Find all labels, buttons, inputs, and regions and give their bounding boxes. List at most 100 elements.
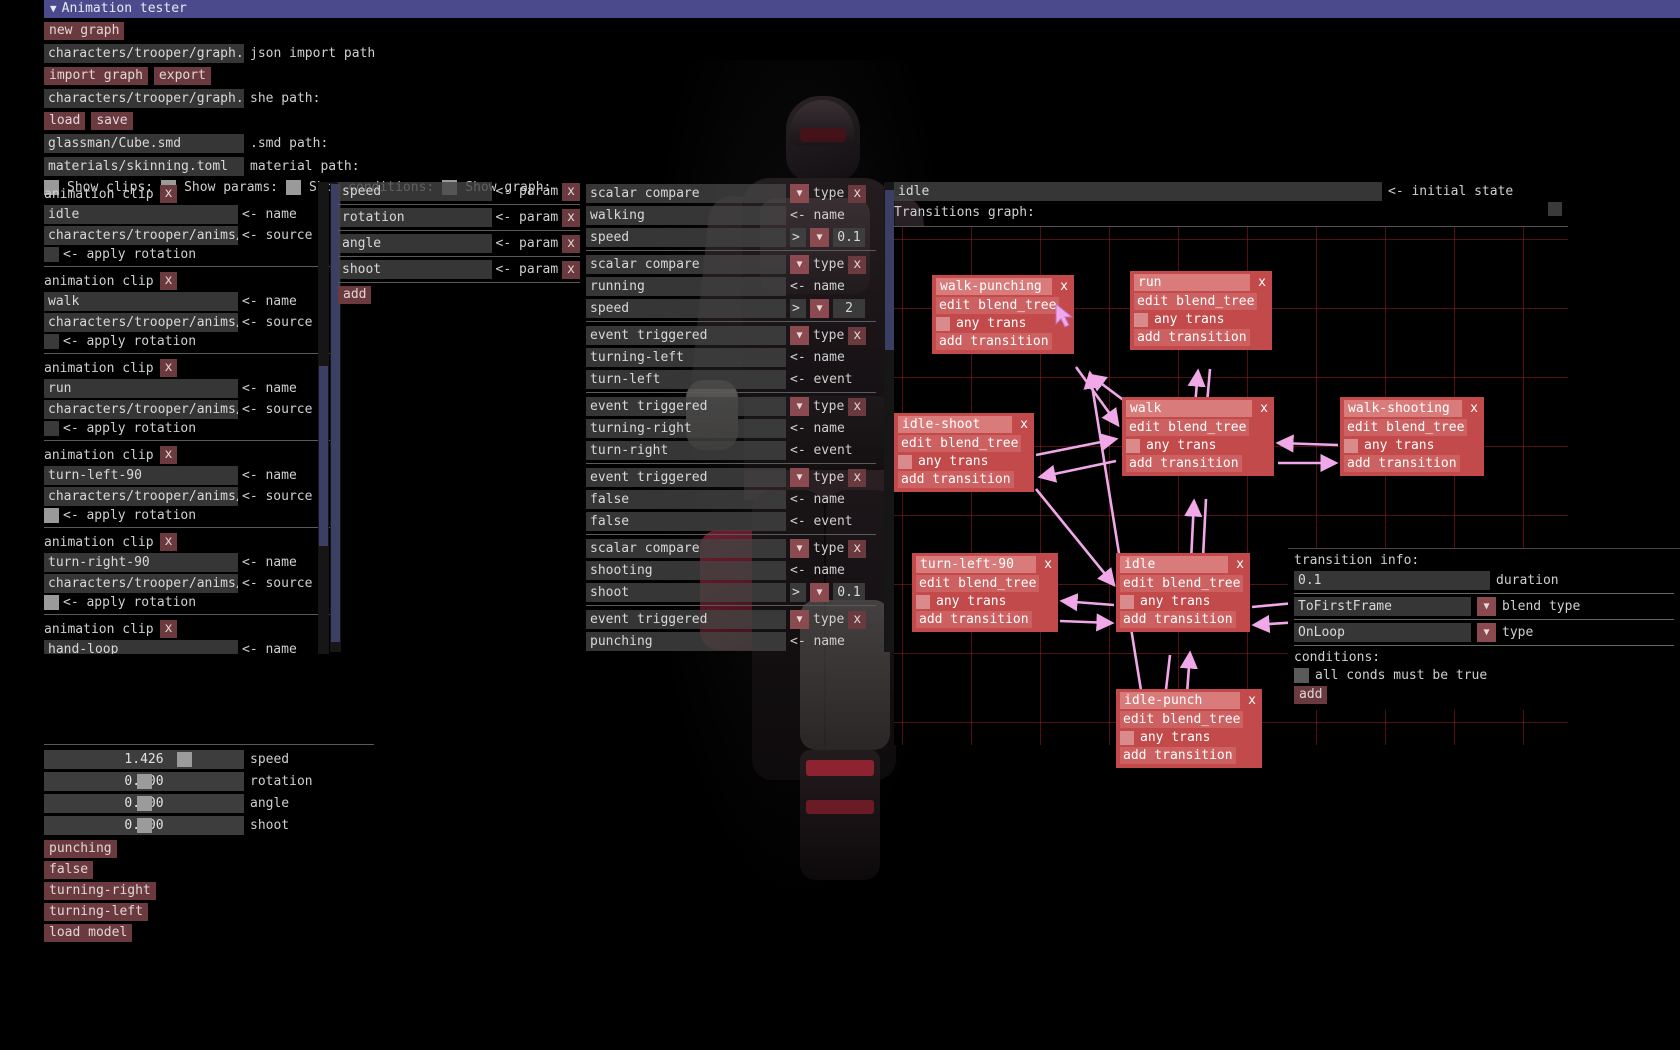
material-path-input[interactable]: materials/skinning.toml	[44, 157, 244, 176]
clip-remove-button[interactable]: x	[159, 272, 178, 290]
param-remove-button[interactable]: x	[562, 208, 580, 227]
node-remove-button[interactable]: x	[1246, 693, 1258, 708]
condition-value-input[interactable]: 0.1	[833, 228, 865, 247]
clip-name-input[interactable]: turn-right-90	[44, 553, 238, 572]
node-remove-button[interactable]: x	[1468, 401, 1480, 416]
add-transition-button[interactable]: add transition	[1120, 747, 1236, 764]
condition-event-input[interactable]: turn-left	[586, 370, 786, 389]
node-remove-button[interactable]: x	[1018, 417, 1030, 432]
node-name-input[interactable]: idle-punch	[1120, 692, 1240, 709]
condition-remove-button[interactable]: x	[848, 468, 867, 487]
graph-node[interactable]: run x edit blend_tree any trans add transiti…	[1130, 271, 1272, 350]
node-name-input[interactable]: idle-shoot	[898, 416, 1012, 433]
edit-blend-tree-button[interactable]: edit blend_tree	[1120, 711, 1244, 728]
load-button[interactable]: load	[44, 112, 86, 130]
node-name-input[interactable]: turn-left-90	[916, 556, 1036, 573]
chevron-down-icon[interactable]: ▼	[790, 539, 809, 558]
graph-node[interactable]: idle-shoot x edit blend_tree any trans add t…	[894, 413, 1034, 492]
clip-name-input[interactable]: run	[44, 379, 238, 398]
condition-operator-select[interactable]: >	[790, 228, 806, 247]
graph-node[interactable]: idle x edit blend_tree any trans add transit…	[1116, 553, 1250, 632]
chevron-down-icon[interactable]: ▼	[1477, 597, 1496, 616]
clip-remove-button[interactable]: x	[159, 185, 178, 203]
condition-type-select[interactable]: event triggered	[586, 397, 786, 416]
speed-slider[interactable]: 1.426	[44, 750, 244, 769]
add-param-button[interactable]: add	[338, 286, 372, 304]
node-remove-button[interactable]: x	[1234, 557, 1246, 572]
event-button[interactable]: punching	[44, 840, 117, 858]
event-button[interactable]: load model	[44, 924, 133, 942]
chevron-down-icon[interactable]: ▼	[790, 326, 809, 345]
save-button[interactable]: save	[91, 112, 133, 130]
param-remove-button[interactable]: x	[562, 182, 580, 201]
any-trans-checkbox[interactable]	[1344, 438, 1358, 453]
condition-type-select[interactable]: scalar compare	[586, 539, 786, 558]
clip-source-input[interactable]: characters/trooper/anims/Runn	[44, 400, 238, 419]
condition-remove-button[interactable]: x	[848, 255, 867, 274]
slider-knob[interactable]	[136, 818, 152, 833]
angle-slider[interactable]: 0.000	[44, 794, 244, 813]
param-remove-button[interactable]: x	[562, 260, 580, 279]
condition-event-input[interactable]: false	[586, 512, 786, 531]
blend-type-select[interactable]: ToFirstFrame	[1294, 597, 1471, 616]
graph-node[interactable]: turn-left-90 x edit blend_tree any trans add…	[912, 553, 1058, 632]
any-trans-checkbox[interactable]	[1120, 730, 1134, 745]
initial-state-input[interactable]: idle	[894, 182, 1382, 201]
triangle-down-icon[interactable]: ▼	[50, 0, 57, 18]
chevron-down-icon[interactable]: ▼	[810, 299, 829, 318]
clips-scrollbar-thumb[interactable]	[319, 366, 328, 546]
node-remove-button[interactable]: x	[1042, 557, 1054, 572]
clip-name-input[interactable]: turn-left-90	[44, 466, 238, 485]
clip-name-input[interactable]: walk	[44, 292, 238, 311]
condition-type-select[interactable]: scalar compare	[586, 184, 786, 203]
condition-type-select[interactable]: event triggered	[586, 468, 786, 487]
condition-name-input[interactable]: walking	[586, 206, 786, 225]
event-button[interactable]: turning-left	[44, 903, 148, 921]
edit-blend-tree-button[interactable]: edit blend_tree	[898, 435, 1022, 452]
smd-path-input[interactable]: glassman/Cube.smd	[44, 134, 244, 153]
condition-remove-button[interactable]: x	[848, 397, 867, 416]
chevron-down-icon[interactable]: ▼	[810, 583, 829, 602]
graph-node[interactable]: walk-shooting x edit blend_tree any trans ad…	[1340, 397, 1484, 476]
condition-name-input[interactable]: false	[586, 490, 786, 509]
condition-operator-select[interactable]: >	[790, 299, 806, 318]
chevron-down-icon[interactable]: ▼	[790, 610, 809, 629]
condition-remove-button[interactable]: x	[848, 326, 867, 345]
condition-param-input[interactable]: shoot	[586, 583, 786, 602]
window-titlebar[interactable]: ▼ Animation tester	[44, 0, 1680, 18]
clip-source-input[interactable]: characters/trooper/anims/Righ	[44, 574, 238, 593]
node-remove-button[interactable]: x	[1058, 279, 1070, 294]
graph-scrollbar-thumb[interactable]	[885, 190, 894, 350]
add-condition-button[interactable]: add	[1294, 686, 1328, 704]
clip-name-input[interactable]: idle	[44, 205, 238, 224]
param-name-input[interactable]: rotation	[338, 208, 492, 227]
param-name-input[interactable]: angle	[338, 234, 492, 253]
apply-rotation-checkbox[interactable]	[44, 595, 59, 610]
condition-value-input[interactable]: 2	[833, 299, 865, 318]
apply-rotation-checkbox[interactable]	[44, 421, 59, 436]
edit-blend-tree-button[interactable]: edit blend_tree	[1344, 419, 1468, 436]
any-trans-checkbox[interactable]	[1120, 594, 1134, 609]
condition-name-input[interactable]: shooting	[586, 561, 786, 580]
edit-blend-tree-button[interactable]: edit blend_tree	[1126, 419, 1250, 436]
all-conds-checkbox[interactable]	[1294, 668, 1309, 683]
condition-type-select[interactable]: scalar compare	[586, 255, 786, 274]
node-remove-button[interactable]: x	[1256, 275, 1268, 290]
chevron-down-icon[interactable]: ▼	[790, 255, 809, 274]
condition-remove-button[interactable]: x	[848, 184, 867, 203]
param-remove-button[interactable]: x	[562, 234, 580, 253]
duration-input[interactable]: 0.1	[1294, 571, 1490, 590]
clip-remove-button[interactable]: x	[159, 359, 178, 377]
add-transition-button[interactable]: add transition	[916, 611, 1032, 628]
clip-source-input[interactable]: characters/trooper/anims/Walk	[44, 313, 238, 332]
condition-name-input[interactable]: turning-right	[586, 419, 786, 438]
node-name-input[interactable]: walk	[1126, 400, 1252, 417]
import-graph-button[interactable]: import graph	[44, 67, 148, 85]
node-name-input[interactable]: walk-punching	[936, 278, 1052, 295]
condition-remove-button[interactable]: x	[848, 610, 867, 629]
event-button[interactable]: turning-right	[44, 882, 156, 900]
slider-knob[interactable]	[136, 774, 152, 789]
condition-operator-select[interactable]: >	[790, 583, 806, 602]
param-name-input[interactable]: shoot	[338, 260, 492, 279]
clip-remove-button[interactable]: x	[159, 620, 178, 638]
